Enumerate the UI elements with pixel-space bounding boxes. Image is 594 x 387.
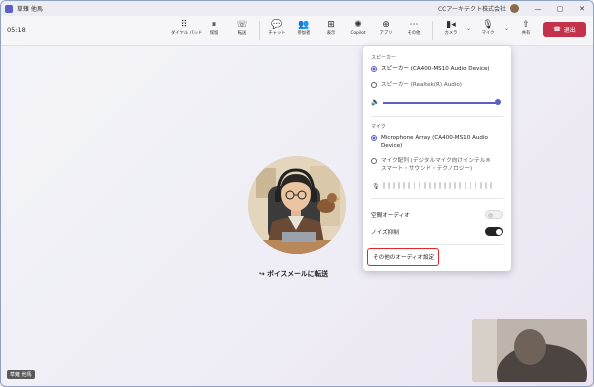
self-video-image — [472, 319, 587, 382]
apps-label: アプリ — [379, 31, 393, 36]
more-button[interactable]: ⋯ その他 — [401, 19, 427, 37]
view-button[interactable]: ⊞ 表示 — [318, 19, 344, 37]
spatial-audio-toggle[interactable] — [485, 210, 503, 219]
transfer-button[interactable]: ☏ 転送 — [229, 19, 255, 37]
dialpad-icon: ⠿ — [180, 20, 188, 30]
copilot-label: Copilot — [350, 31, 366, 36]
camera-button[interactable]: ▮◂ カメラ — [438, 19, 464, 37]
mic-option-label: Microphone Array (CA400-MS10 Audio Devic… — [381, 135, 488, 149]
mic-label: マイク — [481, 31, 495, 36]
more-audio-settings-label: その他のオーディオ設定 — [373, 255, 435, 261]
people-icon: 👥 — [298, 20, 310, 30]
voicemail-label: ボイスメールに転送 — [267, 270, 329, 278]
spatial-audio-row: 空間オーディオ — [371, 210, 503, 219]
mic-level-icon: 🎙 — [372, 183, 380, 190]
radio-selected-icon — [371, 65, 377, 72]
window-title: 草薙 他馬 — [17, 6, 43, 13]
leave-label: 退出 — [563, 27, 576, 34]
audio-options-chevron-icon[interactable]: ⌄ — [504, 25, 509, 32]
apps-icon: ⊕ — [382, 20, 390, 30]
mic-option-array[interactable]: マイク配列 (デジタルマイク向けインテル® スマート・サウンド・テクノロジー) — [371, 157, 495, 173]
radio-selected-icon — [371, 134, 377, 141]
camera-options-chevron-icon[interactable]: ⌄ — [466, 25, 471, 32]
account-avatar[interactable] — [510, 4, 519, 13]
teams-call-window: 草薙 他馬 CCアーキテクト株式会社 — ▢ ✕ 05:18 ⠿ ダイヤル パッ… — [0, 0, 594, 387]
speaker-option-realtek[interactable]: スピーカー (Realtek(R) Audio) — [371, 81, 462, 89]
toolbar-divider — [259, 21, 260, 40]
speaker-option-label: スピーカー (Realtek(R) Audio) — [381, 82, 462, 88]
transfer-icon: ☏ — [236, 20, 248, 30]
self-video-preview[interactable] — [472, 319, 587, 382]
caller-illustration — [248, 156, 346, 254]
hold-label: 保留 — [209, 31, 219, 36]
speaker-option-ca400[interactable]: スピーカー (CA400-MS10 Audio Device) — [371, 65, 490, 73]
section-divider — [371, 198, 503, 199]
audio-settings-dropdown: スピーカー スピーカー (CA400-MS10 Audio Device) スピ… — [363, 46, 511, 271]
hang-up-icon: ☎ — [553, 26, 561, 33]
transfer-label: 転送 — [237, 31, 247, 36]
minimize-button[interactable]: — — [527, 5, 549, 13]
caller-name-tag: 草薙 他馬 — [7, 370, 35, 379]
mic-level-meter — [383, 182, 492, 189]
close-button[interactable]: ✕ — [571, 5, 593, 13]
chat-button[interactable]: 💬 チャット — [264, 19, 290, 37]
copilot-button[interactable]: ✺ Copilot — [345, 19, 371, 37]
noise-suppression-label: ノイズ抑制 — [371, 229, 399, 236]
camera-icon: ▮◂ — [446, 20, 456, 30]
participants-button[interactable]: 👥 参加者 — [291, 19, 317, 37]
radio-unselected-icon — [371, 157, 377, 164]
speaker-section-title: スピーカー — [371, 55, 397, 61]
view-icon: ⊞ — [327, 20, 335, 30]
more-audio-settings-link[interactable]: その他のオーディオ設定 — [367, 248, 439, 266]
speaker-option-label: スピーカー (CA400-MS10 Audio Device) — [381, 66, 490, 72]
speaker-volume-thumb[interactable] — [495, 99, 501, 105]
call-timer: 05:18 — [7, 26, 26, 34]
copilot-icon: ✺ — [354, 20, 362, 30]
radio-unselected-icon — [371, 81, 377, 88]
chat-icon: 💬 — [271, 20, 283, 30]
maximize-button[interactable]: ▢ — [549, 5, 571, 13]
share-icon: ⇧ — [522, 20, 530, 30]
section-divider — [371, 116, 503, 117]
participants-label: 参加者 — [297, 31, 311, 36]
dialpad-label: ダイヤル パッド — [171, 31, 203, 36]
caller-avatar — [248, 156, 346, 254]
pause-icon: ⏸ — [211, 20, 217, 30]
noise-suppression-toggle[interactable] — [485, 227, 503, 236]
mic-option-ca400[interactable]: Microphone Array (CA400-MS10 Audio Devic… — [371, 134, 503, 150]
camera-label: カメラ — [444, 31, 458, 36]
noise-suppression-row: ノイズ抑制 — [371, 227, 503, 236]
teams-logo-icon — [5, 4, 13, 13]
mic-option-label: マイク配列 (デジタルマイク向けインテル® スマート・サウンド・テクノロジー) — [381, 158, 491, 172]
apps-button[interactable]: ⊕ アプリ — [373, 19, 399, 37]
share-label: 共有 — [521, 31, 531, 36]
title-bar: 草薙 他馬 CCアーキテクト株式会社 — ▢ ✕ — [1, 1, 593, 16]
toolbar-divider — [432, 21, 433, 40]
hold-button[interactable]: ⏸ 保留 — [201, 19, 227, 37]
share-button[interactable]: ⇧ 共有 — [513, 19, 539, 37]
dialpad-button[interactable]: ⠿ ダイヤル パッド — [171, 19, 203, 37]
mic-icon: 🎙 — [482, 20, 494, 30]
chat-label: チャット — [268, 31, 286, 36]
more-label: その他 — [407, 31, 421, 36]
speaker-volume-icon: 🔈 — [371, 98, 380, 106]
call-toolbar: 05:18 ⠿ ダイヤル パッド ⏸ 保留 ☏ 転送 💬 チャット 👥 参加者 … — [1, 16, 593, 46]
leave-button[interactable]: ☎ 退出 — [543, 22, 586, 37]
organization-name: CCアーキテクト株式会社 — [437, 6, 506, 13]
section-divider — [371, 244, 503, 245]
mic-section-title: マイク — [371, 124, 386, 130]
spatial-audio-label: 空間オーディオ — [371, 212, 410, 219]
forward-to-voicemail-link[interactable]: ↪ ボイスメールに転送 — [259, 268, 328, 278]
more-icon: ⋯ — [409, 20, 419, 30]
speaker-volume-slider[interactable] — [383, 102, 499, 104]
mic-button[interactable]: 🎙 マイク — [475, 19, 501, 37]
voicemail-icon: ↪ — [259, 270, 265, 278]
view-label: 表示 — [326, 31, 336, 36]
